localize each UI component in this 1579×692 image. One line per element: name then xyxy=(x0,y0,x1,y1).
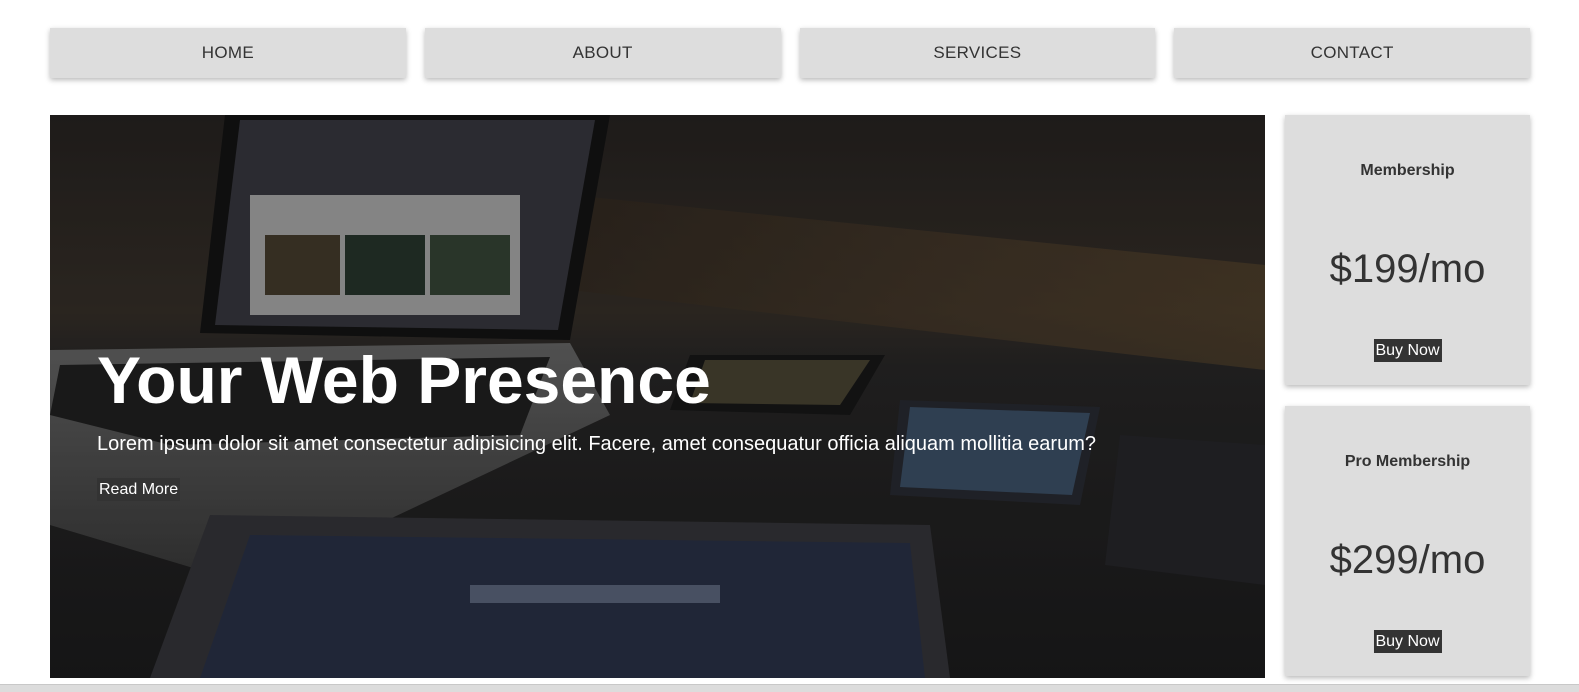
buy-now-button[interactable]: Buy Now xyxy=(1373,339,1442,363)
hero-description: Lorem ipsum dolor sit amet consectetur a… xyxy=(97,433,1096,455)
nav-contact-button[interactable]: CONTACT xyxy=(1174,28,1530,78)
page: HOME ABOUT SERVICES CONTACT Your Web Pre… xyxy=(0,0,1579,692)
horizontal-scrollbar[interactable] xyxy=(0,684,1579,692)
pricing-card-membership: Membership $199/mo Buy Now xyxy=(1285,115,1530,385)
pricing-card-price: $199/mo xyxy=(1329,247,1486,291)
nav-about-button[interactable]: ABOUT xyxy=(424,28,781,78)
main-nav: HOME ABOUT SERVICES CONTACT xyxy=(50,28,1530,78)
hero-section: Your Web Presence Lorem ipsum dolor sit … xyxy=(50,115,1265,678)
nav-home-button[interactable]: HOME xyxy=(50,28,406,78)
pricing-card-price: $299/mo xyxy=(1329,538,1486,582)
pricing-card-title: Membership xyxy=(1360,162,1455,179)
pricing-card-pro-membership: Pro Membership $299/mo Buy Now xyxy=(1285,406,1530,676)
nav-services-button[interactable]: SERVICES xyxy=(799,28,1156,78)
buy-now-button[interactable]: Buy Now xyxy=(1373,630,1442,654)
hero-title: Your Web Presence xyxy=(97,343,711,417)
pricing-card-title: Pro Membership xyxy=(1344,453,1471,470)
read-more-button[interactable]: Read More xyxy=(97,478,181,502)
